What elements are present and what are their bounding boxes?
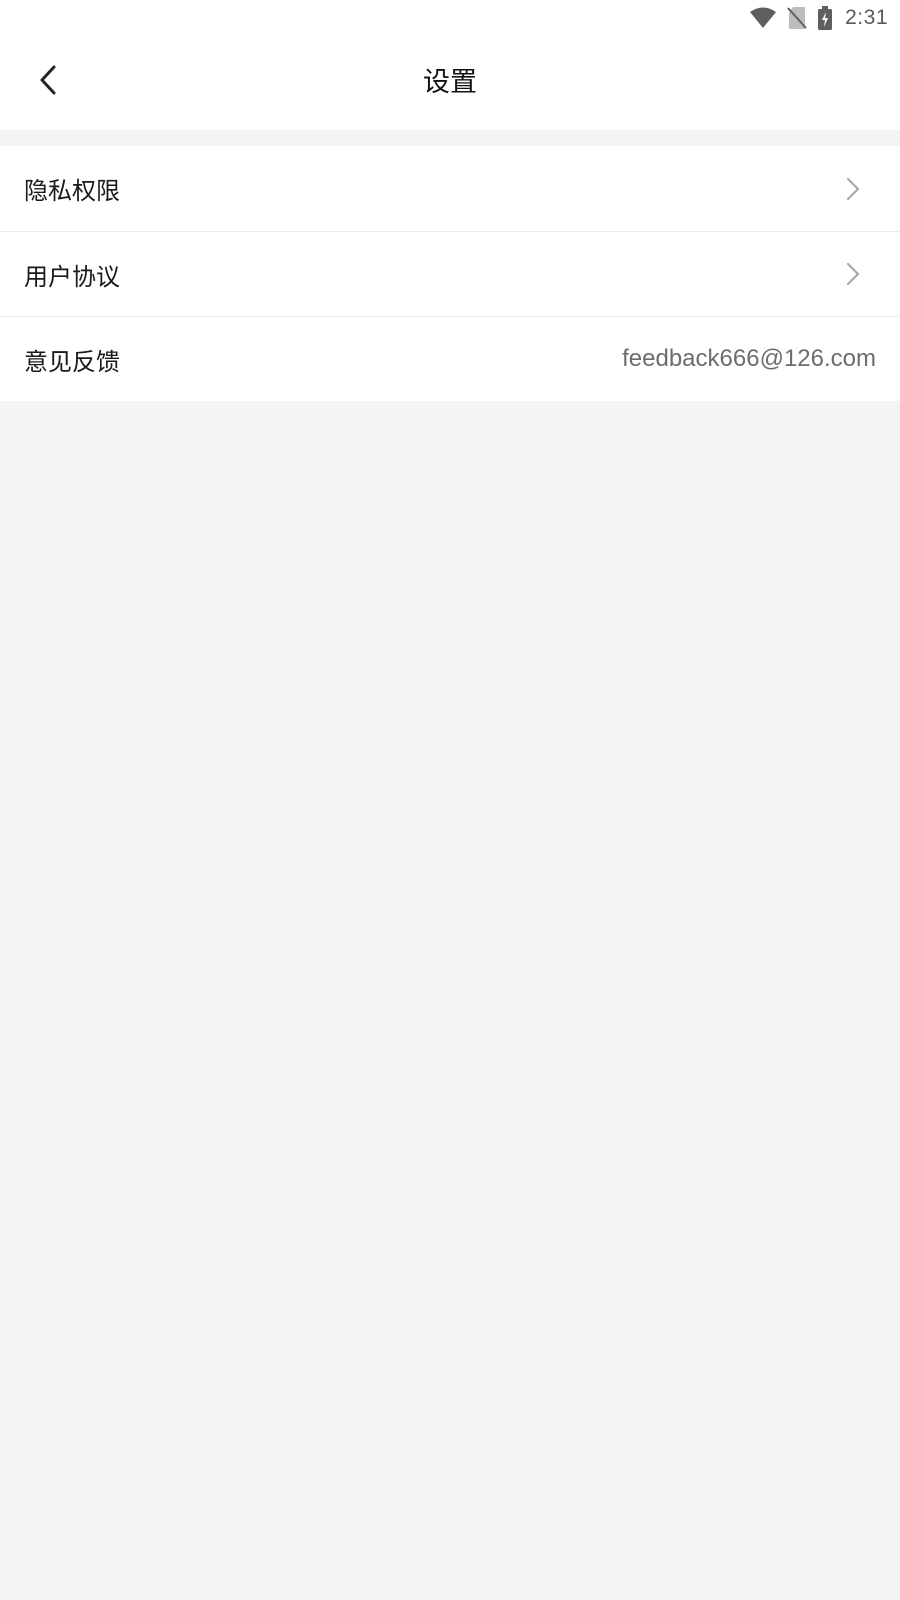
chevron-left-icon [34, 64, 62, 100]
settings-item-label: 隐私权限 [24, 177, 120, 205]
wifi-icon [749, 7, 777, 29]
feedback-email[interactable]: feedback666@126.com [622, 345, 876, 373]
settings-item-feedback[interactable]: 意见反馈 feedback666@126.com [0, 316, 900, 401]
status-bar: 2:31 [0, 0, 900, 36]
no-sim-icon [787, 6, 807, 30]
settings-item-privacy-permissions[interactable]: 隐私权限 [0, 146, 900, 231]
chevron-right-icon [838, 260, 866, 288]
header: 设置 [0, 36, 900, 130]
page-title: 设置 [423, 67, 477, 98]
chevron-right-icon [838, 175, 866, 203]
settings-item-user-agreement[interactable]: 用户协议 [0, 231, 900, 316]
status-icons: 2:31 [749, 4, 888, 32]
status-time: 2:31 [845, 6, 888, 29]
battery-charging-icon [817, 6, 833, 30]
back-button[interactable] [22, 56, 74, 108]
settings-item-label: 用户协议 [24, 262, 120, 291]
settings-item-label: 意见反馈 [24, 347, 120, 376]
settings-list: 隐私权限 用户协议 意见反馈 feedback666@126.com [0, 146, 900, 401]
